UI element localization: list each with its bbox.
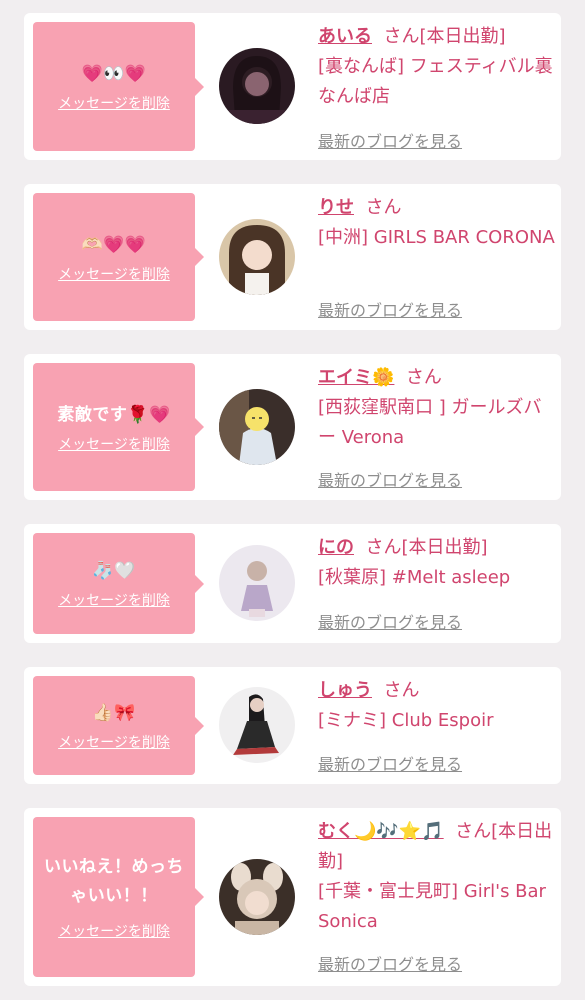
avatar-photo bbox=[219, 219, 295, 295]
girl-name-link[interactable]: しゅう bbox=[318, 680, 372, 701]
shop-name: [中洲] GIRLS BAR CORONA bbox=[318, 227, 555, 248]
delete-message-link[interactable]: メッセージを削除 bbox=[58, 590, 170, 610]
avatar[interactable] bbox=[219, 389, 295, 465]
shop-name: [秋葉原] #Melt asleep bbox=[318, 567, 511, 588]
message-text: 素敵です🌹💗 bbox=[57, 404, 171, 425]
avatar-photo bbox=[219, 859, 295, 935]
avatar-photo bbox=[219, 389, 295, 465]
message-bubble: 💗👀💗 メッセージを削除 bbox=[33, 22, 204, 151]
girl-info: あいる さん[本日出勤] [裏なんば] フェスティバル裏なんば店 bbox=[318, 22, 558, 112]
delete-message-link[interactable]: メッセージを削除 bbox=[58, 434, 170, 454]
message-card: 💗👀💗 メッセージを削除 あいる さん[本日出勤] [裏なんば] フェスティバル… bbox=[24, 13, 561, 160]
latest-blog-link[interactable]: 最新のブログを見る bbox=[318, 609, 462, 633]
delete-message-link[interactable]: メッセージを削除 bbox=[58, 264, 170, 284]
message-bubble: 素敵です🌹💗 メッセージを削除 bbox=[33, 363, 204, 491]
girl-name-link[interactable]: あいる bbox=[318, 26, 372, 47]
girl-info: エイミ🌼 さん [西荻窪駅南口 ] ガールズバー Verona bbox=[318, 363, 558, 453]
delete-message-link[interactable]: メッセージを削除 bbox=[58, 93, 170, 113]
delete-message-link[interactable]: メッセージを削除 bbox=[58, 921, 170, 941]
latest-blog-link[interactable]: 最新のブログを見る bbox=[318, 467, 462, 491]
girl-suffix: さん bbox=[405, 367, 442, 388]
message-bubble: 🧦🤍 メッセージを削除 bbox=[33, 533, 204, 634]
girl-name-link[interactable]: にの bbox=[318, 537, 354, 558]
avatar[interactable] bbox=[219, 48, 295, 124]
latest-blog-link[interactable]: 最新のブログを見る bbox=[318, 297, 462, 321]
girl-info: むく🌙🎶⭐️🎵 さん[本日出勤] [千葉・富士見町] Girl's Bar So… bbox=[318, 817, 558, 937]
girl-suffix: さん bbox=[383, 680, 420, 701]
message-list: 💗👀💗 メッセージを削除 あいる さん[本日出勤] [裏なんば] フェスティバル… bbox=[0, 0, 585, 1000]
message-card: 🫶🏻💗💗 メッセージを削除 りせ さん [中洲] GIRLS BAR CORON… bbox=[24, 184, 561, 330]
shop-name: [千葉・富士見町] Girl's Bar Sonica bbox=[318, 881, 546, 932]
avatar[interactable] bbox=[219, 545, 295, 621]
shop-name: [ミナミ] Club Espoir bbox=[318, 710, 494, 731]
message-text: 🧦🤍 bbox=[92, 561, 136, 581]
latest-blog-link[interactable]: 最新のブログを見る bbox=[318, 951, 462, 975]
message-card: いいねえ！めっちゃいい！！ メッセージを削除 むく🌙🎶⭐️🎵 さん[本日出勤] … bbox=[24, 808, 561, 986]
girl-name-link[interactable]: エイミ🌼 bbox=[318, 367, 394, 388]
avatar-photo bbox=[219, 545, 295, 621]
message-text: 👍🏻🎀 bbox=[92, 703, 136, 723]
avatar-photo bbox=[219, 48, 295, 124]
girl-name-link[interactable]: むく🌙🎶⭐️🎵 bbox=[318, 821, 444, 842]
girl-name-link[interactable]: りせ bbox=[318, 197, 354, 218]
shop-name: [西荻窪駅南口 ] ガールズバー Verona bbox=[318, 397, 542, 448]
message-card: 素敵です🌹💗 メッセージを削除 エイミ🌼 さん [西荻窪駅南口 ] ガールズバー… bbox=[24, 354, 561, 500]
girl-info: しゅう さん [ミナミ] Club Espoir bbox=[318, 676, 558, 736]
avatar[interactable] bbox=[219, 859, 295, 935]
message-bubble: いいねえ！めっちゃいい！！ メッセージを削除 bbox=[33, 817, 204, 977]
girl-suffix: さん[本日出勤] bbox=[383, 26, 506, 47]
girl-suffix: さん[本日出勤] bbox=[365, 537, 488, 558]
message-bubble: 👍🏻🎀 メッセージを削除 bbox=[33, 676, 204, 775]
girl-info: りせ さん [中洲] GIRLS BAR CORONA bbox=[318, 193, 558, 253]
message-card: 🧦🤍 メッセージを削除 にの さん[本日出勤] [秋葉原] #Melt asle… bbox=[24, 524, 561, 643]
shop-name: [裏なんば] フェスティバル裏なんば店 bbox=[318, 56, 553, 107]
avatar-photo bbox=[219, 687, 295, 763]
latest-blog-link[interactable]: 最新のブログを見る bbox=[318, 128, 462, 152]
avatar[interactable] bbox=[219, 687, 295, 763]
delete-message-link[interactable]: メッセージを削除 bbox=[58, 732, 170, 752]
latest-blog-link[interactable]: 最新のブログを見る bbox=[318, 751, 462, 775]
message-text: 🫶🏻💗💗 bbox=[81, 234, 147, 255]
avatar[interactable] bbox=[219, 219, 295, 295]
girl-info: にの さん[本日出勤] [秋葉原] #Melt asleep bbox=[318, 533, 558, 593]
message-text: 💗👀💗 bbox=[81, 64, 147, 84]
message-card: 👍🏻🎀 メッセージを削除 しゅう さん [ミナミ] Club Espoir 最新… bbox=[24, 667, 561, 784]
message-bubble: 🫶🏻💗💗 メッセージを削除 bbox=[33, 193, 204, 321]
girl-suffix: さん bbox=[365, 197, 402, 218]
message-text: いいねえ！めっちゃいい！！ bbox=[44, 857, 184, 906]
